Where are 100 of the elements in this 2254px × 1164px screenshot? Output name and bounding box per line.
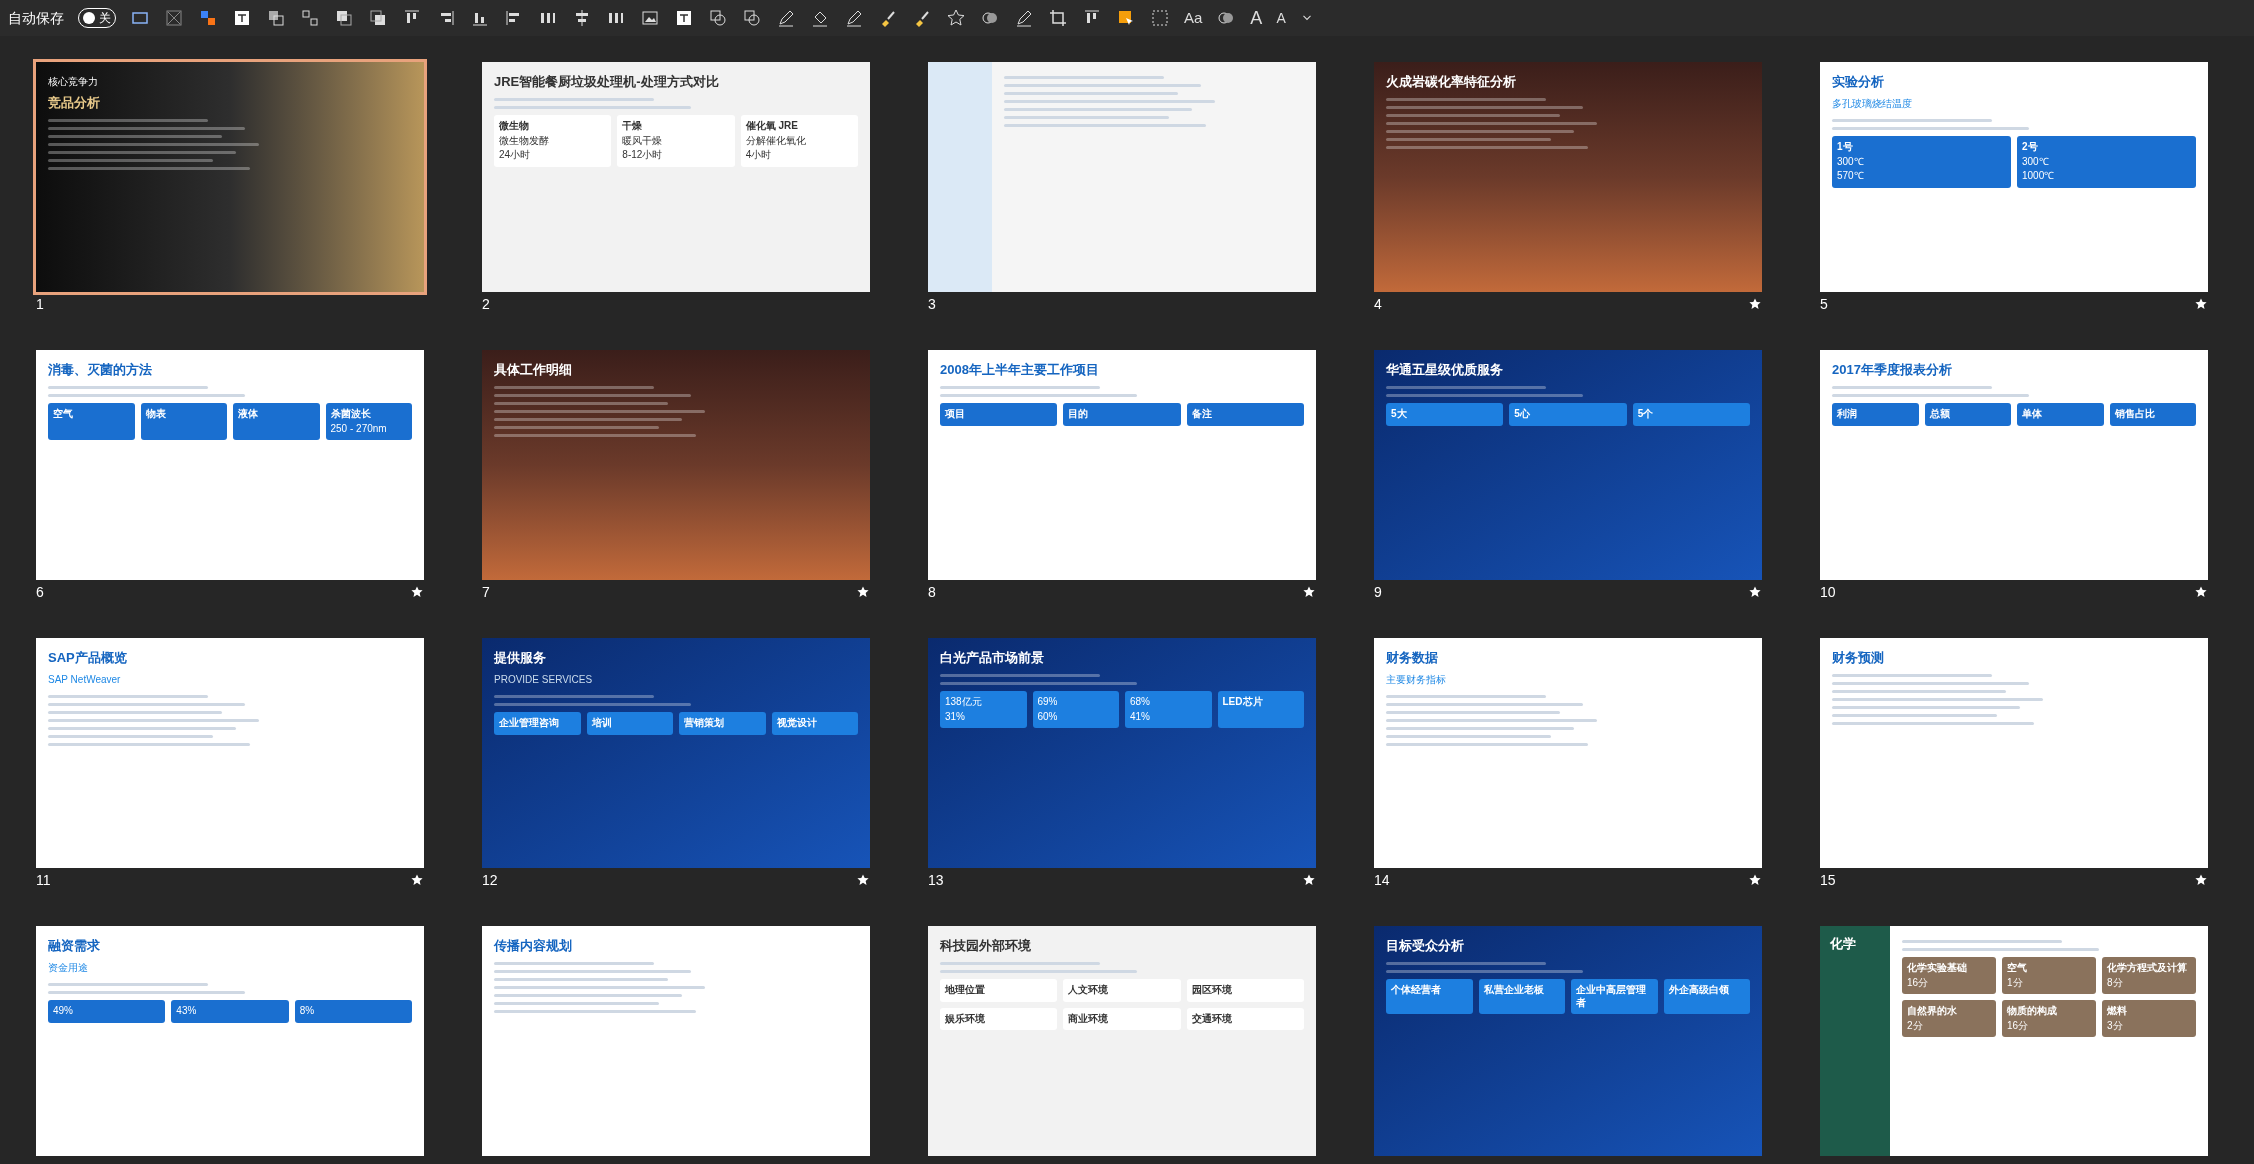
card-label: 备注 [1191,408,1213,421]
slide-thumbnail[interactable]: 火成岩碳化率特征分析 [1374,62,1762,292]
card-label: 目的 [1068,408,1090,421]
slide-number: 11 [36,870,51,890]
slide-title: 提供服务 [494,650,547,667]
card-text: 16分 [2007,1019,2030,1032]
card-label: LED芯片 [1222,696,1264,709]
card-text: 60% [1037,710,1059,724]
slide-subtitle: PROVIDE SERVICES [494,673,594,688]
picture-frame-icon[interactable] [640,8,660,28]
crop-icon[interactable] [1048,8,1068,28]
slide-title: 财务预测 [1832,650,1885,667]
slide-number: 12 [482,870,498,890]
card-text: 570℃ [1837,170,1865,183]
slide-number: 5 [1820,294,1828,314]
card-text: 8-12小时 [622,149,664,162]
card-text: 69% [1037,696,1059,709]
card-label: 液体 [238,408,259,421]
slide-subtitle: 主要财务指标 [1386,673,1447,688]
card-label: 地理位置 [945,984,986,997]
card-label: 视觉设计 [776,717,818,730]
card-label: 人文环境 [1068,984,1110,997]
card-label: 项目 [945,408,966,421]
send-backward-icon[interactable] [368,8,388,28]
slide-thumbnail[interactable]: 白光产品市场前景 138亿元 31% 69% 60% 68% 41% LED芯片 [928,638,1316,868]
grow-font-button[interactable]: A [1250,4,1263,32]
slide-thumbnail[interactable]: 核心竞争力 竞品分析 [36,62,424,292]
shape-icon[interactable] [708,8,728,28]
shrink-font-button[interactable]: A [1276,7,1286,29]
card-label: 单体 [2022,408,2043,421]
pen-icon[interactable] [1014,8,1034,28]
card-label: 1号 [1837,141,1854,154]
card-label: 空气 [53,408,74,421]
card-label: 物表 [145,408,167,421]
card-text: 43% [176,1005,198,1018]
slide-thumbnail[interactable]: 目标受众分析 个体经营者 私营企业老板 企业中高层管理者 外企高级白领 [1374,926,1762,1156]
slide-title: 财务数据 [1386,650,1439,667]
slide-thumbnail[interactable]: SAP产品概览 SAP NetWeaver [36,638,424,868]
layers-icon[interactable] [266,8,286,28]
text-box-icon[interactable] [232,8,252,28]
slide-thumbnail[interactable]: 2008年上半年主要工作项目 项目 目的 备注 [928,350,1316,580]
slide-number: 1 [36,294,44,314]
star-icon[interactable] [946,8,966,28]
slide-subtitle: 资金用途 [48,961,89,976]
cross-box-icon[interactable] [164,8,184,28]
card-label: 私营企业老板 [1483,984,1545,997]
slide-thumbnail[interactable]: 具体工作明细 [482,350,870,580]
card-label: 个体经营者 [1391,984,1442,997]
shape-icon[interactable] [742,8,762,28]
slide-thumbnail[interactable]: 实验分析 多孔玻璃烧结温度 1号 300℃ 570℃ 2号 300℃ 1000℃ [1820,62,2208,292]
text-box-icon[interactable] [674,8,694,28]
dashed-box-icon[interactable] [1150,8,1170,28]
slide-thumbnail[interactable]: 化学 化学实验基础 16分 空气 1分 化学方程式及计算 8分 自然界的水 2分 物质的构成 16分 燃料 3分 [1820,926,2208,1156]
card-text: 1000℃ [2022,170,2056,183]
font-size-button[interactable]: Aa [1184,6,1203,30]
card-label: 2号 [2022,141,2039,154]
card-label: 物质的构成 [2007,1005,2058,1018]
slide-number: 14 [1374,870,1390,890]
card-label: 商业环境 [1068,1012,1110,1026]
slide-thumbnail[interactable]: 消毒、灭菌的方法 空气 物表 液体 杀菌波长 250 - 270nm [36,350,424,580]
card-label: 化学方程式及计算 [2107,962,2188,975]
slide-thumbnail[interactable]: 2017年季度报表分析 利润 总额 单体 销售占比 [1820,350,2208,580]
slide-title: 消毒、灭菌的方法 [48,362,153,379]
card-text: 49% [53,1005,74,1018]
bring-forward-icon[interactable] [334,8,354,28]
slide-number: 15 [1820,870,1836,890]
autosave-label: 自动保存 [8,8,64,28]
slide-thumbnail[interactable] [928,62,1316,292]
slide-number: 8 [928,582,936,602]
slide-thumbnail[interactable]: 财务预测 [1820,638,2208,868]
card-text: 分解催化氧化 [745,134,807,148]
slide-thumbnail[interactable]: JRE智能餐厨垃圾处理机-处理方式对比 微生物 微生物发酵 24小时 干燥 暖风干燥 8-12小时 催化氧 JRE 分解催化氧化 4小时 [482,62,870,292]
slide-title: 具体工作明细 [494,362,573,379]
color-fill-icon[interactable] [198,8,218,28]
slide-thumbnail[interactable]: 提供服务 PROVIDE SERVICES 企业管理咨询 培训 营销策划 视觉设计 [482,638,870,868]
card-text: 8分 [2107,976,2124,989]
card-label: 5个 [1637,408,1655,421]
pen-icon[interactable] [776,8,796,28]
slide-thumbnail[interactable]: 华通五星级优质服务 5大 5心 5个 [1374,350,1762,580]
slide-thumbnail[interactable]: 财务数据 主要财务指标 [1374,638,1762,868]
card-label: 销售占比 [2114,408,2156,421]
slide-subtitle: SAP NetWeaver [48,673,122,688]
slide-number: 13 [928,870,944,890]
slide-title: 火成岩碳化率特征分析 [1386,74,1517,91]
slide-number: 9 [1374,582,1382,602]
group-icon[interactable] [300,8,320,28]
card-label: 干燥 [622,120,644,133]
card-text: 24小时 [499,149,532,162]
slide-title: 白光产品市场前景 [940,650,1045,667]
slide-thumbnail[interactable]: 融资需求 资金用途 49% 43% 8% [36,926,424,1156]
slide-thumbnail[interactable]: 科技园外部环境 地理位置 人文环境 园区环境 娱乐环境 商业环境 交通环境 [928,926,1316,1156]
slide-title: 竞品分析 [48,95,101,112]
pen-icon[interactable] [844,8,864,28]
card-text: 138亿元 [945,696,983,709]
slide-thumbnail[interactable]: 传播内容规划 [482,926,870,1156]
card-text: 8% [299,1005,316,1018]
slide-title: 2008年上半年主要工作项目 [940,362,1100,379]
slide-title: 科技园外部环境 [940,938,1032,955]
slide-title: 实验分析 [1832,74,1885,91]
card-label: 交通环境 [1191,1012,1233,1026]
